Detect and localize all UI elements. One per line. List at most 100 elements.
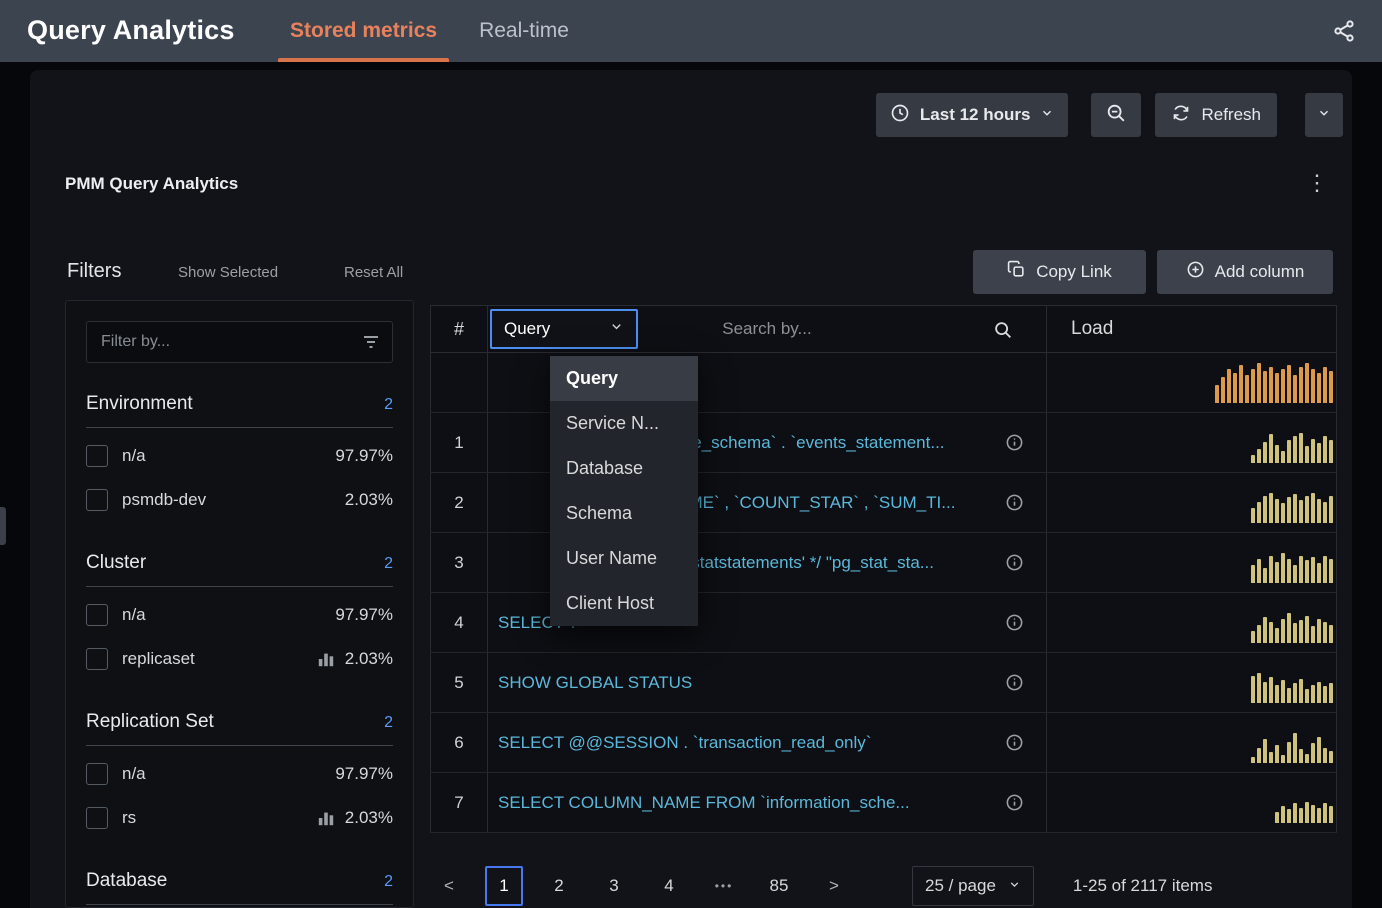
page-button[interactable]: > <box>815 866 853 906</box>
dropdown-option[interactable]: Client Host <box>550 581 698 626</box>
add-column-button[interactable]: Add column <box>1157 250 1333 294</box>
page-button[interactable]: ••• <box>705 866 743 906</box>
copy-icon <box>1007 260 1026 284</box>
page-button[interactable]: < <box>430 866 468 906</box>
clock-icon <box>890 103 910 128</box>
side-scrollbar-thumb[interactable] <box>0 507 6 545</box>
time-range-label: Last 12 hours <box>920 105 1031 125</box>
query-text[interactable]: SELECT @@SESSION . `transaction_read_onl… <box>488 733 871 753</box>
copy-link-button[interactable]: Copy Link <box>973 250 1146 294</box>
page-button[interactable]: 1 <box>485 866 523 906</box>
page-button[interactable]: 3 <box>595 866 633 906</box>
info-icon[interactable] <box>1005 673 1024 697</box>
tab-stored-metrics[interactable]: Stored metrics <box>278 0 449 62</box>
zoom-out-button[interactable] <box>1091 93 1141 137</box>
row-number <box>430 353 488 412</box>
filter-groups: Environment 2 n/a 97.97% psmdb-dev 2.03%… <box>86 393 393 905</box>
load-cell <box>1047 473 1337 532</box>
filter-search-input[interactable] <box>86 321 393 363</box>
filter-group-name: Replication Set <box>86 711 214 733</box>
filter-option[interactable]: n/a 97.97% <box>86 752 393 796</box>
dropdown-option[interactable]: Database <box>550 446 698 491</box>
filter-option[interactable]: psmdb-dev 2.03% <box>86 478 393 522</box>
checkbox[interactable] <box>86 604 108 626</box>
filter-option[interactable]: rs 2.03% <box>86 796 393 840</box>
table-row[interactable]: 7 SELECT COLUMN_NAME FROM `information_s… <box>430 773 1337 833</box>
load-sparkline <box>1251 733 1333 763</box>
load-cell <box>1047 353 1337 412</box>
filter-group-count[interactable]: 2 <box>384 396 393 414</box>
page-buttons: <1234 ••• 85 > <box>430 866 853 906</box>
share-icon[interactable] <box>1332 19 1356 43</box>
filter-group-count[interactable]: 2 <box>384 555 393 573</box>
checkbox[interactable] <box>86 445 108 467</box>
filter-option[interactable]: n/a 97.97% <box>86 434 393 478</box>
query-analytics-app: Query Analytics Stored metrics Real-time… <box>0 0 1382 908</box>
row-number: 1 <box>430 413 488 472</box>
table-header: # Query Search by... Q <box>430 305 1337 353</box>
load-sparkline <box>1251 673 1333 703</box>
row-number: 3 <box>430 533 488 592</box>
filter-group-header: Cluster 2 <box>86 552 393 587</box>
page-button[interactable]: 4 <box>650 866 688 906</box>
reset-all-link[interactable]: Reset All <box>344 264 403 281</box>
show-selected-link[interactable]: Show Selected <box>178 264 278 281</box>
dimension-select[interactable]: Query <box>490 309 638 349</box>
checkbox[interactable] <box>86 807 108 829</box>
filter-option-percent: 2.03% <box>345 490 393 510</box>
page-button[interactable]: 85 <box>760 866 798 906</box>
table-row[interactable]: 6 SELECT @@SESSION . `transaction_read_o… <box>430 713 1337 773</box>
time-range-picker[interactable]: Last 12 hours <box>876 93 1069 137</box>
checkbox[interactable] <box>86 763 108 785</box>
info-icon[interactable] <box>1005 613 1024 637</box>
column-header-load: Load <box>1047 306 1337 352</box>
filter-option[interactable]: replicaset 2.03% <box>86 637 393 681</box>
dropdown-option[interactable]: Service N... <box>550 401 698 446</box>
panel-menu-icon[interactable]: ⋮ <box>1298 168 1336 198</box>
filter-group-name: Environment <box>86 393 193 415</box>
page-button[interactable]: 2 <box>540 866 578 906</box>
load-cell <box>1047 413 1337 472</box>
dropdown-option[interactable]: Schema <box>550 491 698 536</box>
filter-group-header: Database 2 <box>86 870 393 905</box>
tab-bar: Stored metrics Real-time <box>278 0 581 62</box>
page-size-select[interactable]: 25 / page <box>912 866 1034 906</box>
filter-group: Environment 2 n/a 97.97% psmdb-dev 2.03% <box>86 393 393 522</box>
load-cell <box>1047 713 1337 772</box>
tab-real-time[interactable]: Real-time <box>467 0 581 62</box>
refresh-interval-dropdown[interactable] <box>1305 93 1343 137</box>
zoom-out-icon <box>1105 102 1127 129</box>
panel-title: PMM Query Analytics <box>65 174 238 194</box>
table-row[interactable]: 5 SHOW GLOBAL STATUS <box>430 653 1337 713</box>
dropdown-option[interactable]: User Name <box>550 536 698 581</box>
filter-group-header: Replication Set 2 <box>86 711 393 746</box>
queries-table: # Query Search by... Q <box>430 305 1337 833</box>
filter-option[interactable]: n/a 97.97% <box>86 593 393 637</box>
dimension-dropdown-menu: QueryService N...DatabaseSchemaUser Name… <box>550 356 698 626</box>
info-icon[interactable] <box>1005 793 1024 817</box>
refresh-button[interactable]: Refresh <box>1155 93 1277 137</box>
filter-option-label: n/a <box>122 605 335 625</box>
filter-option-percent: 97.97% <box>335 605 393 625</box>
search-icon[interactable] <box>992 319 1014 346</box>
filter-group-items: n/a 97.97% rs 2.03% <box>86 752 393 840</box>
load-sparkline <box>1215 363 1333 403</box>
filter-group-count[interactable]: 2 <box>384 873 393 891</box>
checkbox[interactable] <box>86 648 108 670</box>
dropdown-option[interactable]: Query <box>550 356 698 401</box>
query-text[interactable]: SHOW GLOBAL STATUS <box>488 673 692 693</box>
info-icon[interactable] <box>1005 433 1024 457</box>
info-icon[interactable] <box>1005 733 1024 757</box>
load-cell <box>1047 653 1337 712</box>
filter-option-label: n/a <box>122 446 335 466</box>
row-number: 2 <box>430 473 488 532</box>
filter-group-count[interactable]: 2 <box>384 714 393 732</box>
load-sparkline <box>1251 613 1333 643</box>
query-text[interactable]: SELECT COLUMN_NAME FROM `information_sch… <box>488 793 910 813</box>
checkbox[interactable] <box>86 489 108 511</box>
info-icon[interactable] <box>1005 553 1024 577</box>
page-size-value: 25 / page <box>925 876 996 896</box>
load-cell <box>1047 533 1337 592</box>
info-icon[interactable] <box>1005 493 1024 517</box>
filter-option-label: rs <box>122 808 317 828</box>
